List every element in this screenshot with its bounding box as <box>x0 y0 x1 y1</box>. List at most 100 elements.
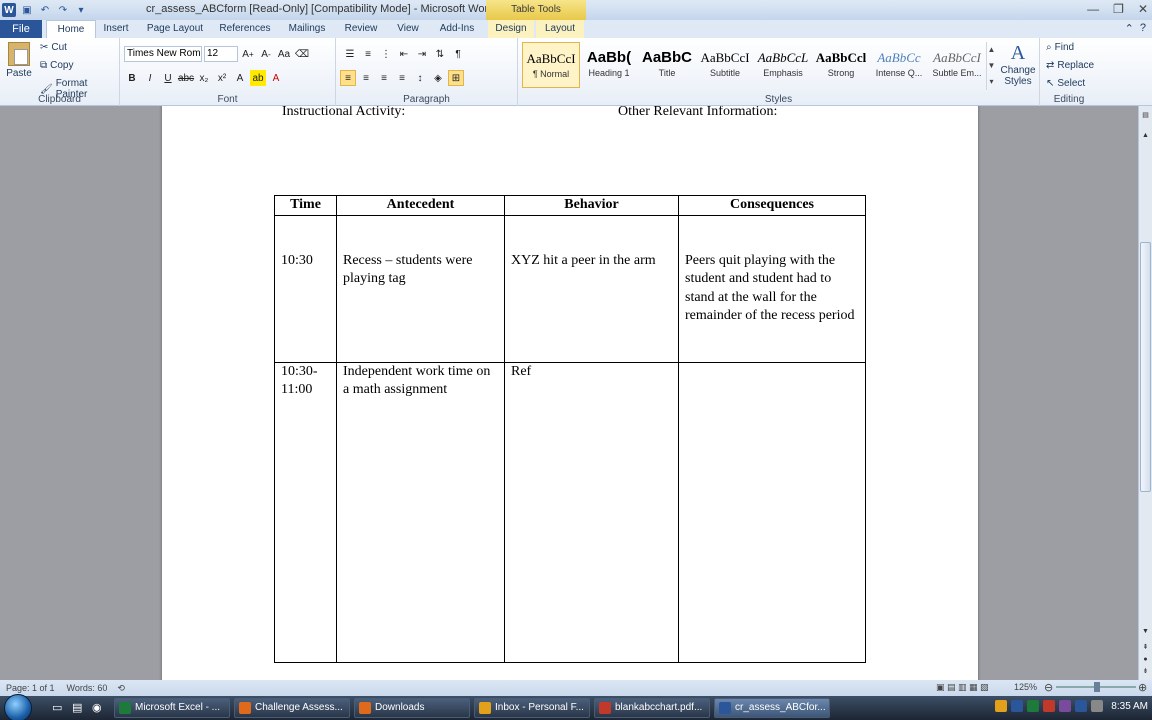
style-subtle-emphasis[interactable]: AaBbCcI Subtle Em... <box>928 42 986 88</box>
style-title[interactable]: AaBbC Title <box>638 42 696 88</box>
style-subtitle[interactable]: AaBbCcI Subtitle <box>696 42 754 88</box>
taskbar-downloads[interactable]: Downloads <box>354 698 470 718</box>
cell-antecedent[interactable]: Recess – students were playing tag <box>336 214 505 363</box>
redo-icon[interactable]: ↷ <box>56 3 70 17</box>
view-buttons[interactable]: ▣ ▤ ▥ ▦ ▧ <box>936 682 989 693</box>
numbering-icon[interactable]: ≡ <box>360 46 376 62</box>
minimize-ribbon-icon[interactable]: ⌃ <box>1125 22 1134 35</box>
network-icon[interactable] <box>1075 700 1088 712</box>
taskbar-excel[interactable]: Microsoft Excel - ... <box>114 698 230 718</box>
tray-icon-5[interactable] <box>1059 700 1072 712</box>
highlight-icon[interactable]: ab <box>250 70 266 86</box>
tray-icon-3[interactable] <box>1027 700 1040 712</box>
quicklaunch-icon[interactable]: ◉ <box>92 701 102 714</box>
sort-icon[interactable]: ⇅ <box>432 46 448 62</box>
taskbar-word[interactable]: cr_assess_ABCfor... <box>714 698 830 718</box>
cell-time[interactable]: 10:30-11:00 <box>274 361 337 663</box>
cell-consequences[interactable] <box>678 361 866 663</box>
shrink-font-icon[interactable]: A- <box>258 46 274 62</box>
scroll-down-icon[interactable]: ▼ <box>1139 626 1152 638</box>
header-antecedent[interactable]: Antecedent <box>336 195 505 216</box>
tab-review[interactable]: Review <box>338 20 384 38</box>
clear-formatting-icon[interactable]: ⌫ <box>294 46 310 62</box>
cell-antecedent[interactable]: Independent work time on a math assignme… <box>336 361 505 663</box>
start-button[interactable] <box>4 694 32 720</box>
replace-button[interactable]: ⇄ Replace <box>1046 60 1094 71</box>
italic-icon[interactable]: I <box>142 70 158 86</box>
tab-add-ins[interactable]: Add-Ins <box>434 20 480 38</box>
select-button[interactable]: ↖ Select <box>1046 78 1085 89</box>
undo-icon[interactable]: ↶ <box>38 3 52 17</box>
close-icon[interactable]: ✕ <box>1138 2 1148 16</box>
cell-time[interactable]: 10:30 <box>274 214 337 363</box>
select-browse-object-icon[interactable]: ● <box>1139 654 1152 666</box>
word-app-icon[interactable]: W <box>2 3 16 17</box>
tab-page-layout[interactable]: Page Layout <box>140 20 210 38</box>
cell-consequences[interactable]: Peers quit playing with the student and … <box>678 214 866 363</box>
style-strong[interactable]: AaBbCcl Strong <box>812 42 870 88</box>
header-time[interactable]: Time <box>274 195 337 216</box>
underline-icon[interactable]: U <box>160 70 176 86</box>
zoom-knob[interactable] <box>1094 682 1100 692</box>
justify-icon[interactable]: ≡ <box>394 70 410 86</box>
font-color-icon[interactable]: A <box>268 70 284 86</box>
style-heading-1[interactable]: AaBb(Heading 1 <box>580 42 638 88</box>
align-right-icon[interactable]: ≡ <box>376 70 392 86</box>
maximize-icon[interactable]: ❐ <box>1113 2 1124 16</box>
grow-font-icon[interactable]: A + <box>240 46 256 62</box>
superscript-icon[interactable]: x² <box>214 70 230 86</box>
style-emphasis[interactable]: AaBbCcL Emphasis <box>754 42 812 88</box>
show-marks-icon[interactable]: ¶ <box>450 46 466 62</box>
customize-qat-icon[interactable]: ▾ <box>74 3 88 17</box>
styles-gallery-scroll[interactable]: ▲ ▼ ▾ <box>986 42 996 90</box>
line-spacing-icon[interactable]: ↕ <box>412 70 428 86</box>
paste-button[interactable]: Paste <box>4 42 34 86</box>
align-center-icon[interactable]: ≡ <box>358 70 374 86</box>
vertical-scrollbar[interactable]: ▤ ▲ ▼ ⇞ ● ⇟ <box>1138 106 1152 680</box>
bullets-icon[interactable]: ☰ <box>342 46 358 62</box>
abc-table[interactable]: Time Antecedent Behavior Consequences 10… <box>274 195 866 663</box>
style-normal[interactable]: AaBbCcI ¶ Normal <box>522 42 580 88</box>
clock[interactable]: 8:35 AM <box>1111 701 1148 712</box>
zoom-out-icon[interactable]: ⊖ <box>1044 681 1053 694</box>
tab-insert[interactable]: Insert <box>98 20 134 38</box>
save-icon[interactable]: ▣ <box>20 3 34 17</box>
text-effects-icon[interactable]: A <box>232 70 248 86</box>
tab-references[interactable]: References <box>214 20 276 38</box>
tray-icon-2[interactable] <box>1011 700 1024 712</box>
tray-icon-1[interactable] <box>995 700 1008 712</box>
strikethrough-icon[interactable]: abc <box>178 70 194 86</box>
zoom-level[interactable]: 125% <box>1014 682 1037 692</box>
font-size-combo[interactable]: 12 <box>204 46 238 62</box>
explorer-icon[interactable]: ▤ <box>72 701 82 714</box>
copy-button[interactable]: ⧉ Copy <box>40 60 74 71</box>
taskbar-pdf[interactable]: blankabcchart.pdf... <box>594 698 710 718</box>
header-consequences[interactable]: Consequences <box>678 195 866 216</box>
cut-button[interactable]: ✂ Cut <box>40 42 67 53</box>
font-name-combo[interactable]: Times New Rom <box>124 46 202 62</box>
taskbar-outlook[interactable]: Inbox - Personal F... <box>474 698 590 718</box>
borders-icon[interactable]: ⊞ <box>448 70 464 86</box>
tab-mailings[interactable]: Mailings <box>280 20 334 38</box>
volume-icon[interactable] <box>1091 700 1104 712</box>
proofing-icon[interactable]: ⟲ <box>117 683 125 694</box>
header-behavior[interactable]: Behavior <box>504 195 679 216</box>
document-page[interactable]: Instructional Activity: Other Relevant I… <box>162 106 978 680</box>
change-case-icon[interactable]: Aa <box>276 46 292 62</box>
style-intense-quote[interactable]: AaBbCc Intense Q... <box>870 42 928 88</box>
tab-layout[interactable]: Layout <box>536 20 584 38</box>
scroll-thumb[interactable] <box>1140 242 1151 492</box>
tab-home[interactable]: Home <box>46 20 96 39</box>
word-count[interactable]: Words: 60 <box>67 683 108 693</box>
scroll-up-icon[interactable]: ▲ <box>1139 130 1152 142</box>
ruler-toggle-icon[interactable]: ▤ <box>1139 110 1152 122</box>
subscript-icon[interactable]: x₂ <box>196 70 212 86</box>
find-button[interactable]: ⌕ Find <box>1046 42 1074 53</box>
multilevel-list-icon[interactable]: ⋮ <box>378 46 394 62</box>
tab-file[interactable]: File <box>0 20 42 38</box>
shading-icon[interactable]: ◈ <box>430 70 446 86</box>
previous-page-icon[interactable]: ⇞ <box>1139 642 1152 654</box>
minimize-icon[interactable]: — <box>1087 2 1099 16</box>
bold-icon[interactable]: B <box>124 70 140 86</box>
cell-behavior[interactable]: Ref <box>504 361 679 663</box>
